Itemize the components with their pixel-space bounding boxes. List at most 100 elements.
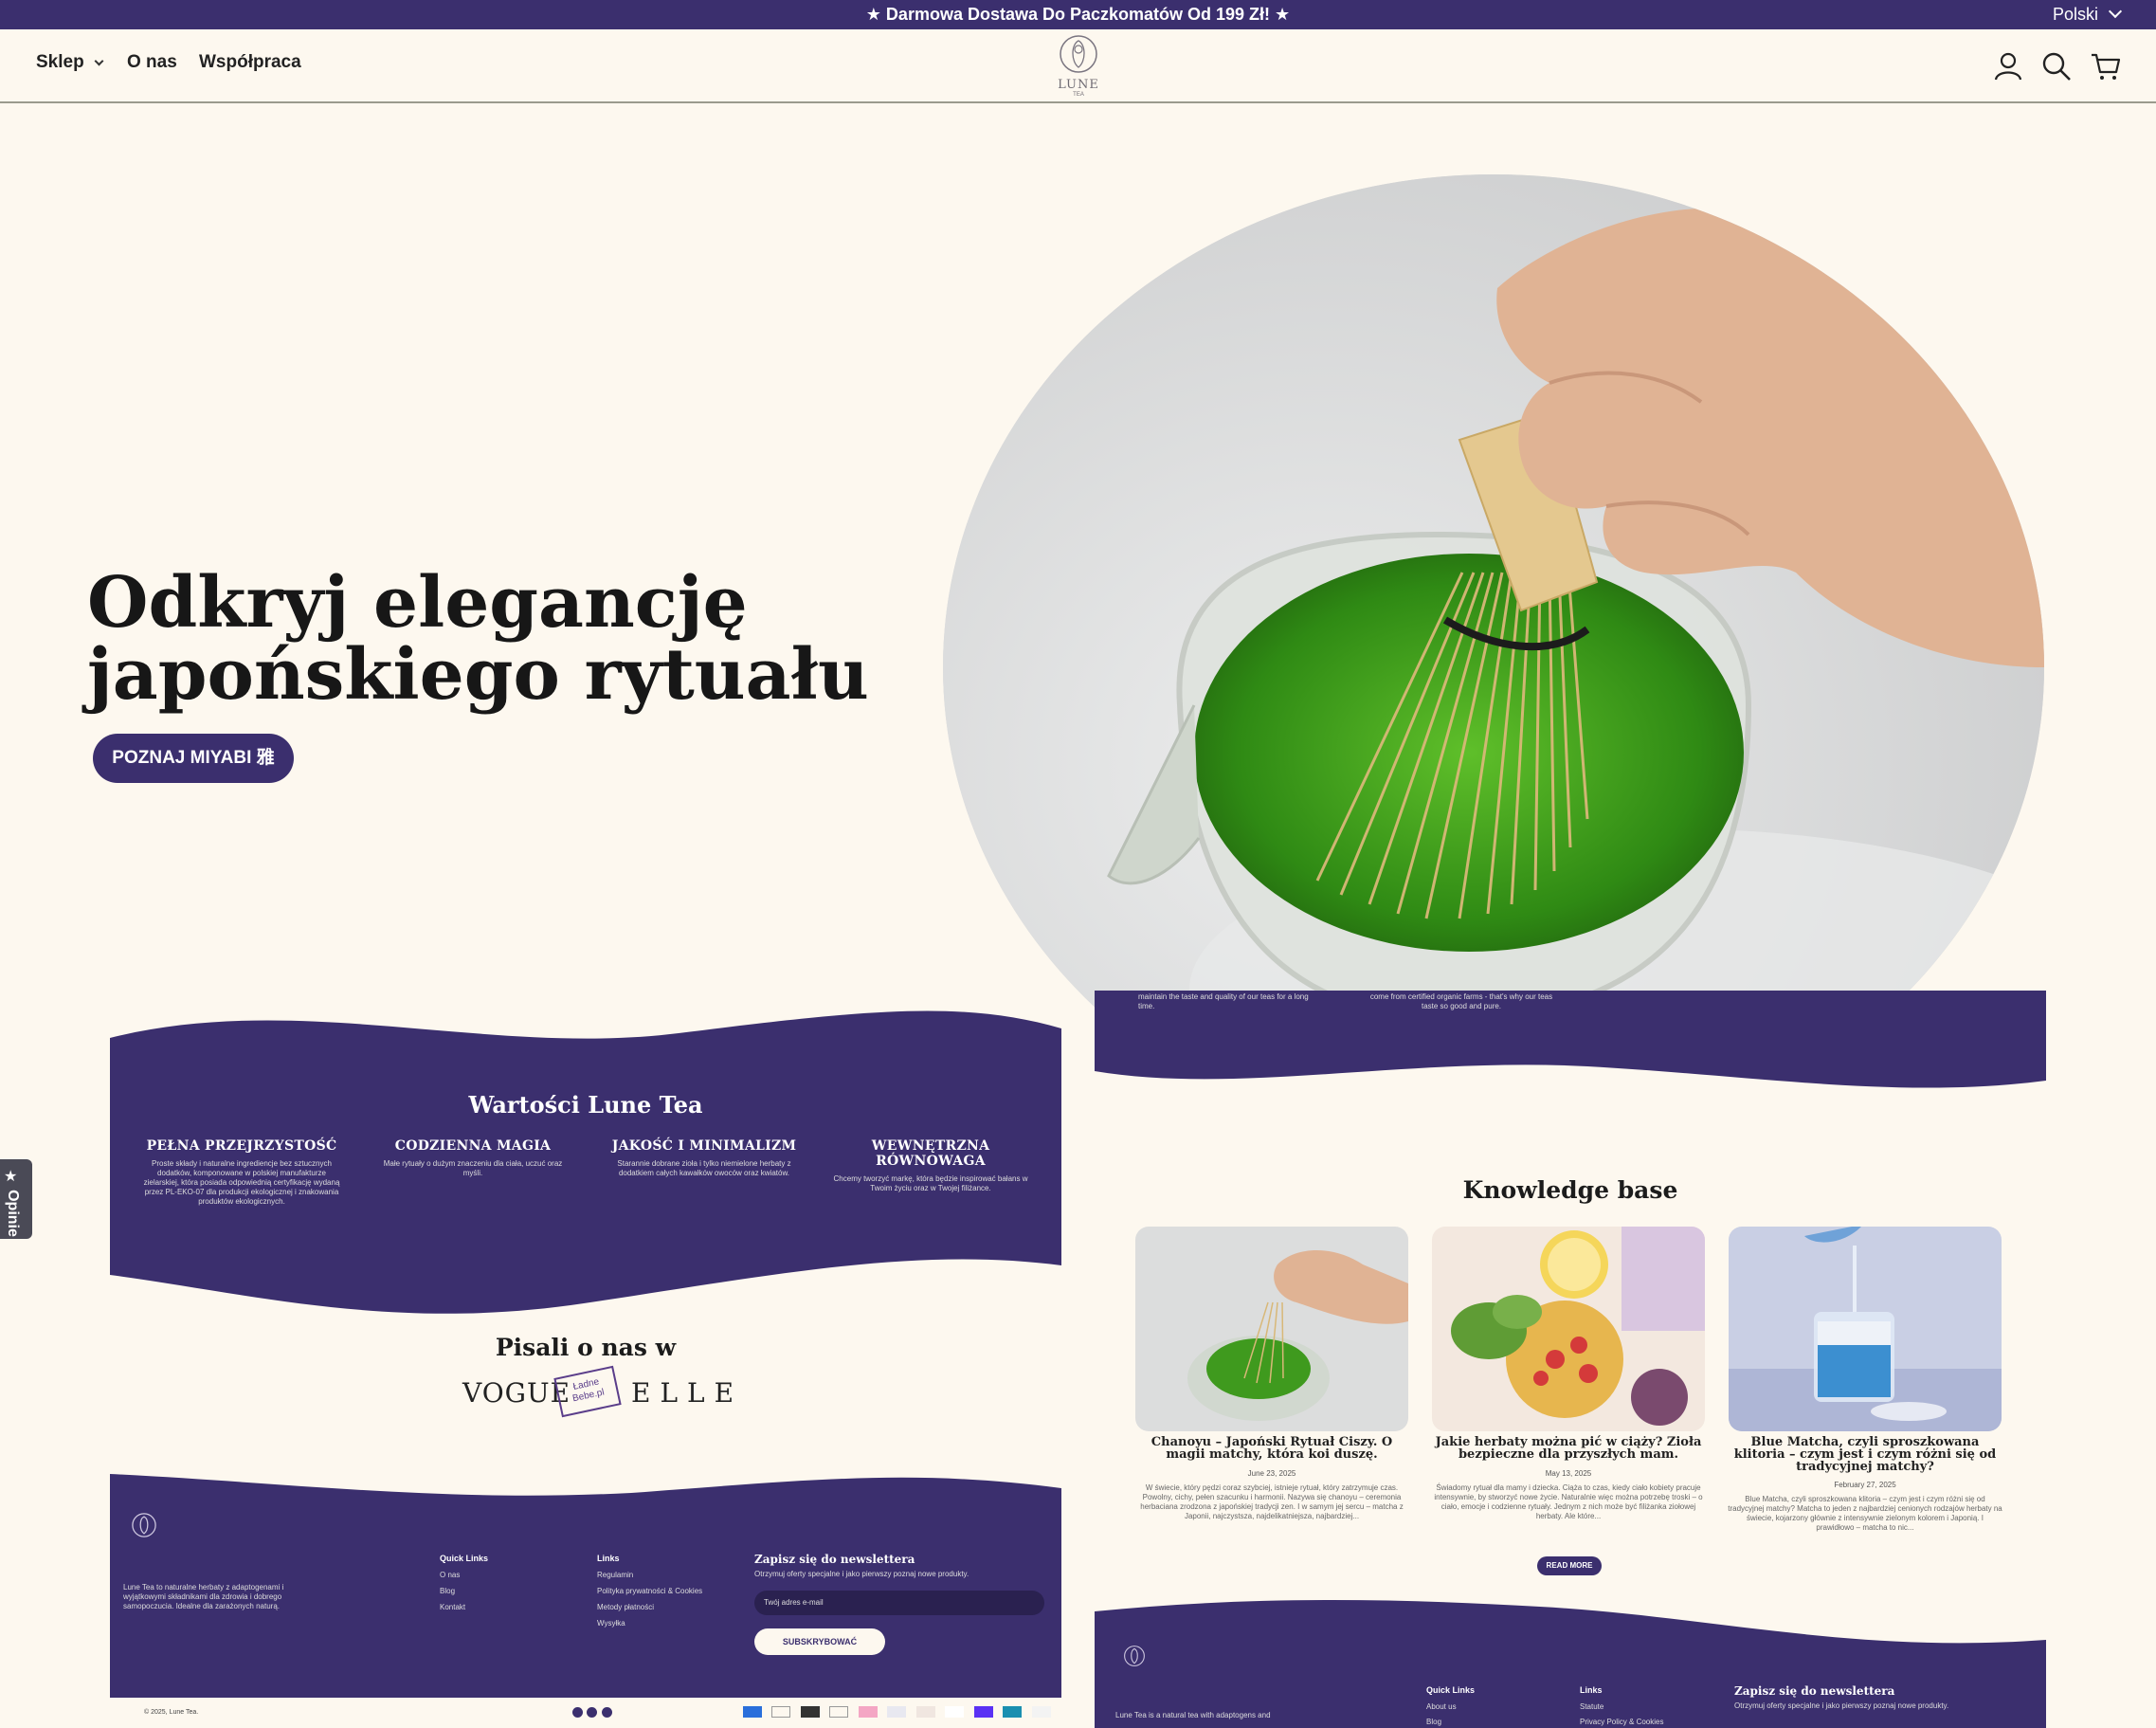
language-label: Polski: [2052, 5, 2098, 24]
article-excerpt: Blue Matcha, czyli sproszkowana klitoria…: [1728, 1495, 2002, 1532]
article-excerpt: W świecie, który pędzi coraz szybciej, i…: [1140, 1483, 1404, 1520]
amex-icon: [743, 1706, 762, 1718]
value-item-text: Chcemy tworzyć markę, która będzie inspi…: [833, 1174, 1028, 1192]
moon-lady-logo-icon: [132, 1513, 156, 1537]
article-date: May 13, 2025: [1545, 1469, 1592, 1478]
google-pay-icon: [829, 1706, 849, 1718]
article-excerpt: Świadomy rytuał dla mamy i dziecka. Ciąż…: [1434, 1483, 1703, 1520]
reviews-side-tab[interactable]: ★ Opinie: [0, 1159, 32, 1239]
unionpay-icon: [1003, 1706, 1023, 1718]
footer-link[interactable]: O nas: [440, 1571, 460, 1580]
shop-pay-icon: [973, 1706, 993, 1718]
footer-links-title: Links: [597, 1554, 620, 1563]
article-date: February 27, 2025: [1834, 1481, 1896, 1489]
maestro-icon: [887, 1706, 907, 1718]
nav-collab[interactable]: Współpraca: [199, 52, 301, 73]
press-title: Pisali o nas w: [495, 1334, 677, 1361]
footer-link[interactable]: Metody płatności: [597, 1603, 654, 1612]
value-item: WEWNĘTRZNA RÓWNOWAGA Chcemy tworzyć mark…: [826, 1138, 1035, 1193]
tiktok-icon[interactable]: [601, 1707, 612, 1718]
footer-link[interactable]: Statute: [1580, 1702, 1603, 1712]
values-title: Wartości Lune Tea: [468, 1091, 703, 1119]
knowledge-base-title: Knowledge base: [1462, 1176, 1678, 1204]
nav-shop[interactable]: Sklep: [36, 52, 104, 73]
chevron-down-icon: [94, 56, 104, 66]
article-image-matcha[interactable]: [1135, 1227, 1408, 1431]
copyright: © 2025, Lune Tea.: [144, 1709, 199, 1716]
search-icon[interactable]: [2040, 50, 2073, 82]
moon-lady-logo-icon: [1124, 1646, 1145, 1666]
cart-icon[interactable]: [2090, 50, 2122, 82]
value-item-title: JAKOŚĆ I MINIMALIZM: [611, 1138, 797, 1154]
reviews-label: Opinie: [4, 1190, 21, 1237]
star-icon: ★: [4, 1169, 18, 1185]
footer-about: Lune Tea is a natural tea with adaptogen…: [1115, 1711, 1271, 1719]
value-item: PEŁNA PRZEJRZYSTOŚĆ Proste składy i natu…: [142, 1138, 341, 1207]
article-image-herbs[interactable]: [1432, 1227, 1705, 1431]
site-header: Sklep O nas Współpraca LUNE TEA: [0, 29, 2156, 103]
chevron-down-icon: [2108, 4, 2123, 19]
values-section-preview: Wartości Lune Tea PEŁNA PRZEJRZYSTOŚĆ Pr…: [110, 991, 1061, 1728]
logo-name: LUNE: [1058, 78, 1099, 92]
hero-title-line1: Odkryj elegancję: [87, 562, 748, 644]
article-title[interactable]: Blue Matcha, czyli sproszkowana klitoria…: [1728, 1436, 2002, 1473]
value-item: JAKOŚĆ I MINIMALIZM Starannie dobrane zi…: [605, 1138, 804, 1178]
footer-links-title: Links: [1580, 1685, 1603, 1695]
article-title[interactable]: Chanoyu – Japoński Rytuał Ciszy. O magii…: [1134, 1436, 1409, 1461]
article-image-blue-matcha[interactable]: [1729, 1227, 2002, 1431]
paypal-icon: [945, 1706, 965, 1718]
announcement-bar: ★ Darmowa Dostawa Do Paczkomatów Od 199 …: [0, 0, 2156, 29]
article-date: June 23, 2025: [1247, 1469, 1296, 1478]
footer-link[interactable]: Blog: [1426, 1718, 1441, 1727]
footer-quick-title: Quick Links: [440, 1554, 489, 1563]
value-item-title: PEŁNA PRZEJRZYSTOŚĆ: [146, 1138, 337, 1154]
press-logo-elle: ELLE: [631, 1377, 744, 1409]
value-item-text: Małe rytuały o dużym znaczeniu dla ciała…: [383, 1159, 563, 1177]
account-icon[interactable]: [1992, 50, 2024, 82]
hero-title-line2: japońskiego rytuału: [87, 634, 869, 716]
article-title[interactable]: Jakie herbaty można pić w ciąży? Zioła b…: [1431, 1436, 1706, 1461]
footer-about: Lune Tea to naturalne herbaty z adaptoge…: [123, 1583, 284, 1610]
blik-icon: [800, 1706, 820, 1718]
subscribe-button[interactable]: SUBSKRYBOWAĆ: [754, 1628, 885, 1655]
footer-link[interactable]: Blog: [440, 1587, 455, 1596]
knowledge-base-preview: maintain the taste and quality of our te…: [1095, 991, 2046, 1728]
footer-logo: [131, 1512, 157, 1552]
value-item-text: Proste składy i naturalne ingrediencje b…: [143, 1159, 340, 1206]
newsletter-email-input[interactable]: Twój adres e-mail: [754, 1591, 1044, 1615]
announcement-text: ★ Darmowa Dostawa Do Paczkomatów Od 199 …: [865, 5, 1291, 24]
site-logo[interactable]: LUNE TEA: [1050, 33, 1107, 100]
newsletter-text: Otrzymuj oferty specjalne i jako pierwsz…: [754, 1570, 969, 1578]
instagram-icon[interactable]: [587, 1707, 598, 1718]
nav-about[interactable]: O nas: [127, 52, 177, 73]
visa-icon: [1031, 1706, 1051, 1718]
top-text: maintain the taste and quality of our te…: [1138, 992, 1309, 1010]
footer-link[interactable]: Polityka prywatności & Cookies: [597, 1587, 702, 1596]
footer-link[interactable]: Kontakt: [440, 1603, 465, 1612]
top-text: come from certified organic farms - that…: [1369, 992, 1553, 1010]
newsletter-title: Zapisz się do newslettera: [754, 1553, 915, 1566]
email-placeholder: Twój adres e-mail: [764, 1598, 824, 1607]
mastercard-icon: [915, 1706, 935, 1718]
logo-sub: TEA: [1073, 92, 1084, 98]
hero-cta-button[interactable]: POZNAJ MIYABI 雅: [93, 734, 294, 783]
newsletter-title: Zapisz się do newslettera: [1734, 1684, 1895, 1698]
value-item-text: Starannie dobrane zioła i tylko niemielo…: [617, 1159, 791, 1177]
footer-link[interactable]: Regulamin: [597, 1571, 633, 1580]
newsletter-text: Otrzymuj oferty specjalne i jako pierwsz…: [1734, 1701, 1949, 1710]
footer-link[interactable]: Privacy Policy & Cookies: [1580, 1718, 1663, 1727]
apple-pay-icon: [771, 1706, 791, 1718]
facebook-icon[interactable]: [572, 1707, 583, 1718]
moon-lady-logo-icon: [1060, 35, 1097, 73]
hero-title: Odkryj elegancję japońskiego rytuału: [87, 567, 869, 711]
footer-link[interactable]: Wysyłka: [597, 1619, 625, 1628]
value-item: CODZIENNA MAGIA Małe rytuały o dużym zna…: [373, 1138, 572, 1178]
payment-icons: [743, 1705, 1051, 1722]
read-more-button[interactable]: READ MORE: [1537, 1556, 1602, 1575]
klarna-icon: [858, 1706, 878, 1718]
social-icons: [572, 1705, 612, 1722]
footer-link[interactable]: About us: [1426, 1702, 1457, 1712]
value-item-title: WEWNĘTRZNA RÓWNOWAGA: [871, 1138, 990, 1169]
value-item-title: CODZIENNA MAGIA: [394, 1138, 552, 1154]
language-selector[interactable]: Polski: [2052, 0, 2123, 29]
